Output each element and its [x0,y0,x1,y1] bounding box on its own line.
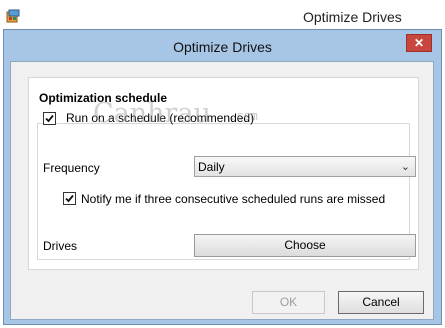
close-icon: ✕ [413,36,425,50]
schedule-panel: Optimization schedule Run on a schedule … [28,77,419,270]
dialog-title: Optimize Drives [173,39,272,55]
frequency-select[interactable]: Daily ⌄ [194,156,416,177]
notify-label: Notify me if three consecutive scheduled… [81,192,386,206]
disk-defrag-app-icon [6,9,20,23]
choose-drives-button[interactable]: Choose [194,234,416,257]
ok-button[interactable]: OK [252,291,325,314]
checkmark-icon [45,114,54,123]
dialog-client-area: Optimization schedule Run on a schedule … [10,61,434,320]
run-on-schedule-label: Run on a schedule (recommended) [66,111,255,125]
frequency-value: Daily [198,160,225,174]
close-button[interactable]: ✕ [406,34,432,52]
optimize-drives-dialog: Optimize Drives ✕ Optimization schedule … [3,29,442,325]
dialog-titlebar[interactable]: Optimize Drives ✕ [4,30,441,60]
checkmark-icon [65,194,74,203]
section-title: Optimization schedule [39,91,168,105]
run-on-schedule-checkbox[interactable] [43,112,56,125]
frequency-label: Frequency [43,161,100,175]
cancel-button[interactable]: Cancel [338,291,424,314]
parent-window-title: Optimize Drives [303,9,402,25]
notify-checkbox[interactable] [63,192,76,205]
chevron-down-icon: ⌄ [400,161,410,173]
drives-label: Drives [43,239,78,253]
